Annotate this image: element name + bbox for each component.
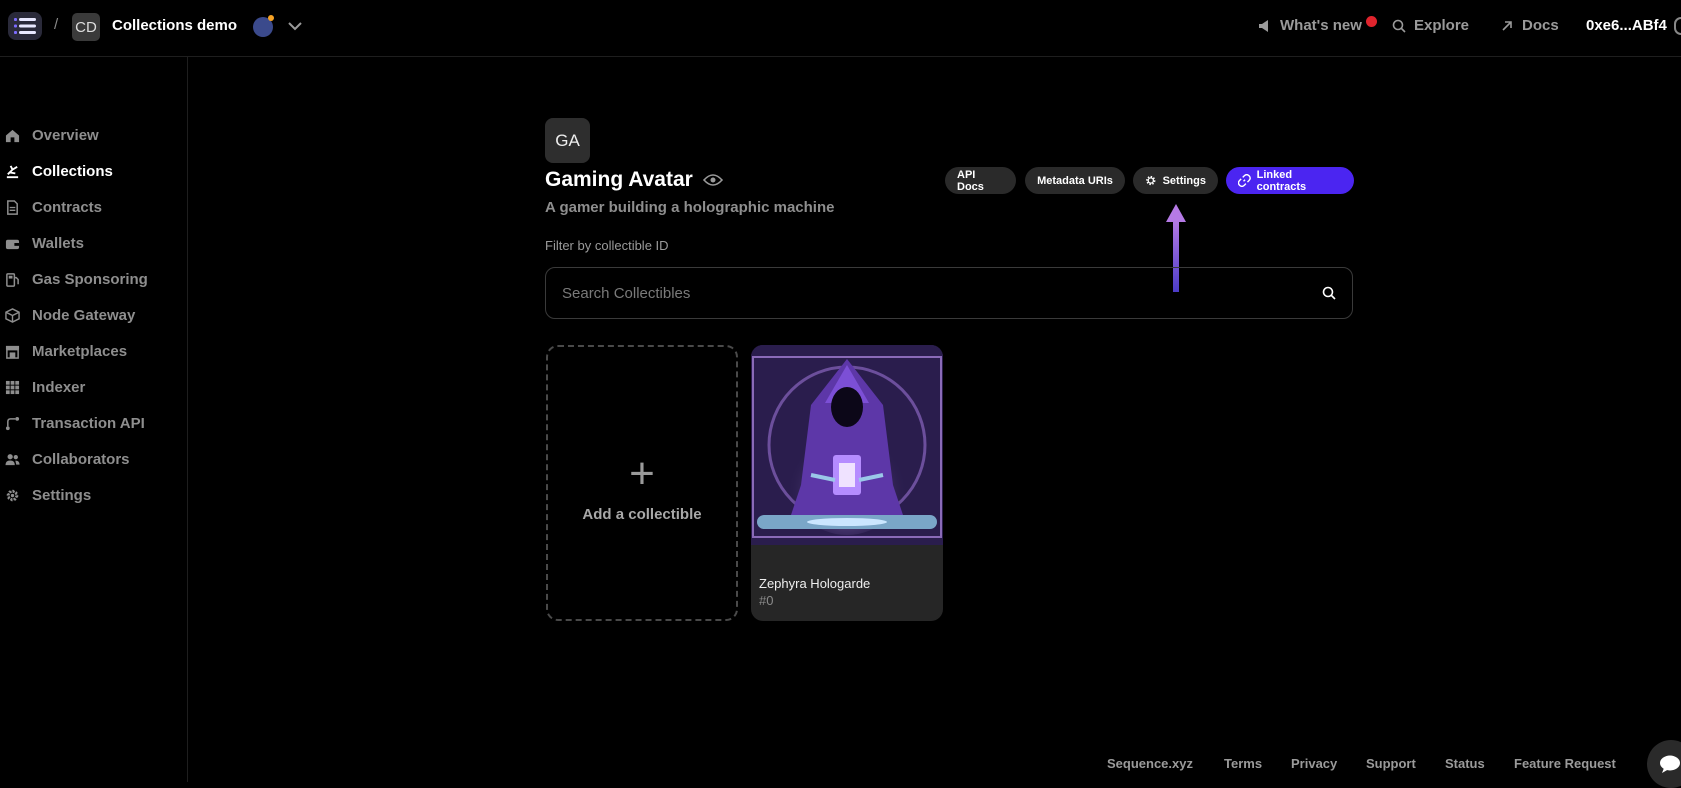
explore-link[interactable]: Explore bbox=[1392, 17, 1469, 34]
sidebar-item-label: Settings bbox=[32, 486, 92, 504]
api-docs-label: API Docs bbox=[957, 168, 984, 193]
sidebar-item-node-gateway[interactable]: Node Gateway bbox=[5, 303, 135, 327]
sidebar-item-transaction-api[interactable]: Transaction API bbox=[5, 411, 145, 435]
chevron-down-icon[interactable] bbox=[287, 16, 303, 36]
sidebar-item-label: Wallets bbox=[32, 234, 84, 252]
api-docs-button[interactable]: API Docs bbox=[945, 167, 1016, 194]
collectible-card[interactable]: Zephyra Hologarde #0 bbox=[751, 345, 943, 621]
breadcrumb-separator: / bbox=[54, 16, 59, 33]
search-icon[interactable] bbox=[1322, 286, 1336, 300]
footer-link-feature-request[interactable]: Feature Request bbox=[1514, 756, 1616, 771]
footer-link-privacy[interactable]: Privacy bbox=[1291, 756, 1337, 771]
chat-button[interactable] bbox=[1647, 740, 1681, 788]
chat-bubble-icon bbox=[1660, 755, 1680, 773]
collectible-name: Zephyra Hologarde bbox=[759, 576, 871, 591]
settings-button[interactable]: Settings bbox=[1133, 167, 1218, 194]
filter-label: Filter by collectible ID bbox=[545, 238, 669, 253]
sidebar-item-marketplaces[interactable]: Marketplaces bbox=[5, 339, 127, 363]
collectible-id: #0 bbox=[759, 593, 774, 608]
menu-logo-button[interactable] bbox=[8, 12, 42, 40]
sidebar-item-label: Indexer bbox=[32, 378, 86, 396]
grid-icon bbox=[5, 380, 20, 394]
sidebar-item-label: Overview bbox=[32, 126, 99, 144]
collection-avatar: GA bbox=[545, 118, 590, 163]
metadata-uris-button[interactable]: Metadata URIs bbox=[1025, 167, 1125, 194]
sidebar-item-gas-sponsoring[interactable]: Gas Sponsoring bbox=[5, 267, 148, 291]
sidebar-item-label: Contracts bbox=[32, 198, 103, 216]
collections-icon bbox=[6, 164, 19, 178]
footer-link-terms[interactable]: Terms bbox=[1224, 756, 1262, 771]
wallet-avatar[interactable] bbox=[1674, 17, 1681, 35]
project-name[interactable]: Collections demo bbox=[112, 17, 237, 34]
sidebar-item-label: Marketplaces bbox=[32, 342, 128, 360]
docs-link[interactable]: Docs bbox=[1500, 17, 1559, 34]
sidebar-item-label: Node Gateway bbox=[32, 306, 136, 324]
sidebar-item-label: Collaborators bbox=[32, 450, 130, 468]
metadata-uris-label: Metadata URIs bbox=[1037, 174, 1113, 187]
sidebar-item-contracts[interactable]: Contracts bbox=[5, 195, 102, 219]
link-icon bbox=[1238, 174, 1251, 187]
network-status-dot bbox=[268, 15, 274, 21]
footer-link-sequence[interactable]: Sequence.xyz bbox=[1107, 756, 1193, 771]
search-input[interactable] bbox=[562, 284, 1322, 302]
home-icon bbox=[5, 129, 20, 142]
add-collectible-label: Add a collectible bbox=[582, 505, 702, 523]
sidebar-item-overview[interactable]: Overview bbox=[5, 123, 99, 147]
collection-title-row: Gaming Avatar bbox=[545, 168, 723, 192]
sidebar-item-label: Transaction API bbox=[32, 414, 145, 432]
sidebar-item-wallets[interactable]: Wallets bbox=[5, 231, 84, 255]
collection-description: A gamer building a holographic machine bbox=[545, 199, 835, 216]
settings-label: Settings bbox=[1162, 174, 1206, 187]
users-icon bbox=[5, 453, 20, 465]
store-icon bbox=[5, 345, 20, 359]
gear-icon bbox=[6, 489, 19, 501]
whats-new-link[interactable]: What's new bbox=[1258, 17, 1362, 34]
eye-icon[interactable] bbox=[702, 173, 723, 187]
search-icon bbox=[1392, 19, 1406, 33]
wallet-icon bbox=[5, 239, 20, 249]
top-bar: / CD Collections demo What's new Explore… bbox=[0, 0, 1681, 57]
contracts-icon bbox=[7, 199, 18, 215]
search-bar bbox=[545, 267, 1353, 319]
linked-contracts-label: Linked contracts bbox=[1256, 168, 1307, 193]
cube-icon bbox=[5, 307, 20, 323]
whats-new-label: What's new bbox=[1280, 17, 1362, 34]
gas-pump-icon bbox=[6, 272, 19, 287]
sidebar: Overview Collections Contracts Wallets G… bbox=[0, 57, 188, 782]
sidebar-item-collections[interactable]: Collections bbox=[5, 159, 113, 183]
docs-label: Docs bbox=[1522, 17, 1559, 34]
footer-link-status[interactable]: Status bbox=[1445, 756, 1485, 771]
collection-title: Gaming Avatar bbox=[545, 168, 693, 191]
sidebar-item-label: Collections bbox=[32, 162, 113, 180]
plus-icon: + bbox=[629, 448, 655, 498]
wallet-address[interactable]: 0xe6...ABf4 bbox=[1586, 17, 1667, 34]
footer-link-support[interactable]: Support bbox=[1366, 756, 1416, 771]
collectible-image bbox=[751, 345, 943, 545]
menu-list-icon bbox=[14, 18, 36, 34]
linked-contracts-button[interactable]: Linked contracts bbox=[1226, 167, 1354, 194]
gear-icon bbox=[1146, 175, 1156, 186]
notification-dot bbox=[1366, 16, 1377, 27]
sidebar-item-label: Gas Sponsoring bbox=[32, 270, 148, 288]
sidebar-item-collaborators[interactable]: Collaborators bbox=[5, 447, 130, 471]
add-collectible-card[interactable]: + Add a collectible bbox=[546, 345, 738, 621]
project-avatar[interactable]: CD bbox=[72, 13, 100, 41]
megaphone-icon bbox=[1259, 19, 1268, 32]
sidebar-item-settings[interactable]: Settings bbox=[5, 483, 91, 507]
external-arrow-icon bbox=[1502, 20, 1512, 31]
sidebar-item-indexer[interactable]: Indexer bbox=[5, 375, 85, 399]
route-icon bbox=[5, 416, 20, 430]
explore-label: Explore bbox=[1414, 17, 1470, 34]
